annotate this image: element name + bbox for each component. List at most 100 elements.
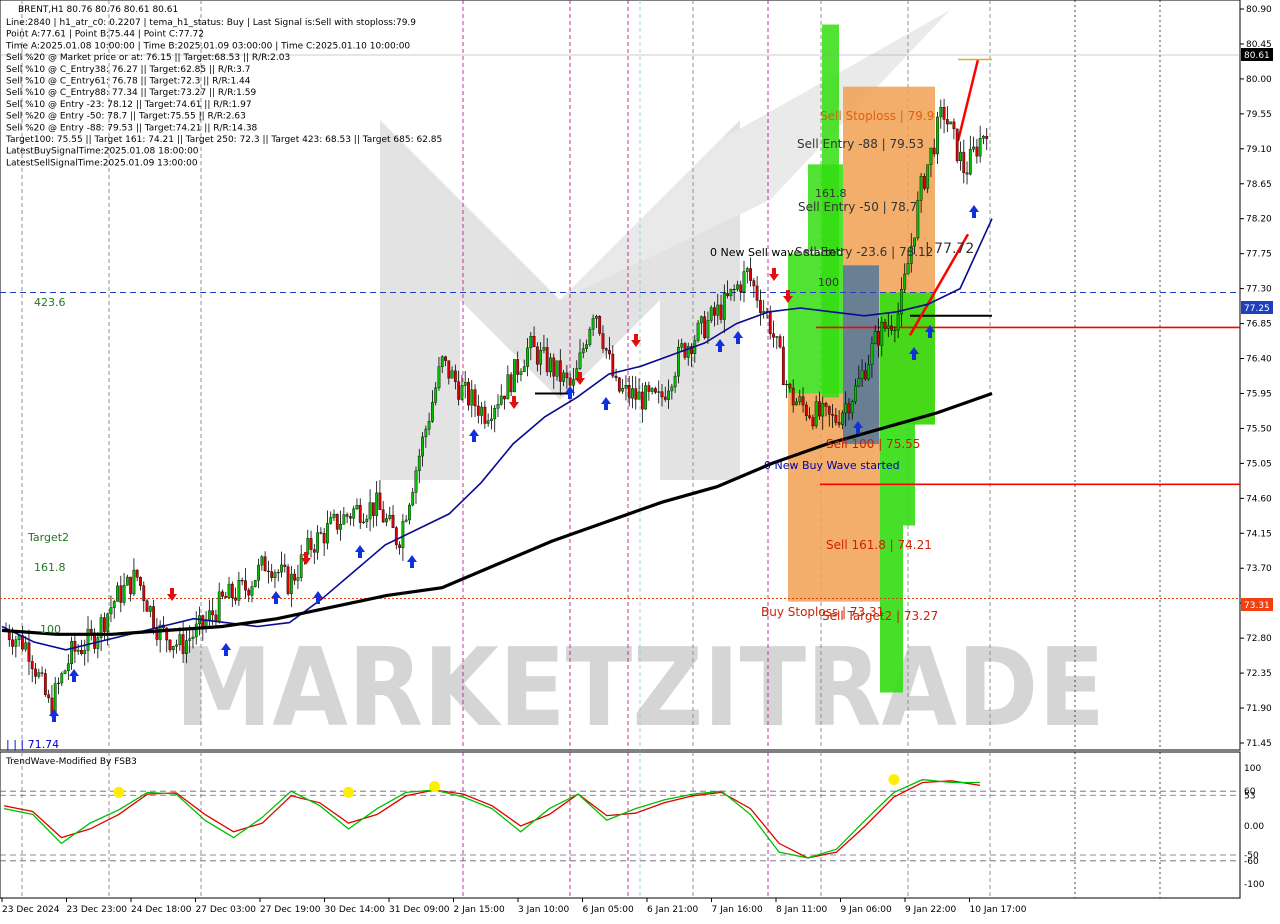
- candle-body: [385, 518, 388, 523]
- candle-body: [493, 407, 497, 420]
- candle-body: [368, 502, 372, 520]
- candle-body: [847, 403, 851, 414]
- candle-body: [883, 321, 887, 329]
- sell-target2-label: Sell Target2 | 73.27: [822, 609, 938, 623]
- candle-body: [221, 591, 224, 597]
- price-tick-label: 75.95: [1246, 389, 1272, 399]
- candle-body: [627, 384, 631, 399]
- candle-body: [404, 519, 408, 522]
- candle-body: [798, 396, 802, 403]
- candle-body: [181, 634, 185, 654]
- candle-body: [558, 360, 562, 382]
- candle-body: [923, 176, 926, 189]
- candle-body: [509, 374, 513, 393]
- candle-body: [319, 532, 323, 534]
- candle-body: [968, 148, 972, 175]
- candle-body: [762, 311, 766, 313]
- time-tick-label: 24 Dec 18:00: [131, 905, 192, 915]
- label-100: 100: [40, 623, 61, 636]
- candle-body: [716, 304, 720, 316]
- candle-body: [270, 571, 274, 578]
- candle-body: [129, 576, 133, 595]
- price-axis: 80.9080.4580.0079.5579.1078.6578.2077.75…: [1240, 5, 1272, 749]
- candle-body: [818, 401, 821, 417]
- box-100-label: 100: [818, 276, 839, 289]
- candle-body: [178, 634, 182, 646]
- candle-body: [663, 396, 667, 400]
- candle-body: [30, 661, 34, 670]
- candle-body: [168, 639, 172, 651]
- candle-body: [585, 344, 588, 349]
- candle-body: [945, 119, 949, 125]
- time-tick-label: 30 Dec 14:00: [325, 905, 386, 915]
- candle-body: [66, 663, 70, 672]
- chart-window: MARKETZITRADE BRENT,H1 80.76 80.76 80.61…: [0, 0, 1280, 920]
- time-axis: 23 Dec 2024 23 Dec 23:00 24 Dec 18:00 27 De…: [1, 898, 1027, 915]
- candle-body: [286, 566, 290, 594]
- candle-body: [312, 549, 316, 553]
- oscillator-axis: 10060530.00-50-60-100: [1244, 764, 1265, 890]
- candle-body: [644, 385, 648, 410]
- candle-body: [431, 402, 434, 422]
- sell-entry-50-label: Sell Entry -50 | 78.7: [798, 200, 917, 214]
- candle-body: [929, 147, 933, 165]
- candle-body: [975, 146, 979, 157]
- candle-body: [522, 366, 526, 372]
- candle-body: [549, 357, 552, 373]
- price-tick-label: 76.40: [1246, 355, 1272, 365]
- candle-body: [699, 316, 703, 324]
- candle-body: [890, 325, 894, 331]
- candle-body: [565, 372, 569, 379]
- candle-body: [394, 527, 398, 546]
- candle-body: [614, 375, 618, 379]
- candle-body: [788, 383, 792, 389]
- candle-body: [119, 585, 123, 603]
- candle-body: [411, 492, 415, 506]
- candle-body: [755, 285, 759, 301]
- candle-body: [293, 573, 297, 581]
- candle-body: [60, 673, 64, 684]
- candle-body: [470, 389, 474, 406]
- candle-body: [355, 505, 359, 510]
- info-line: Sell %10 @ C_Entry61: 76.78 || Target:72…: [6, 77, 251, 87]
- info-line: Sell %10 @ C_Entry88: 77.34 || Target:73…: [6, 88, 256, 98]
- sell-stoploss-label: Sell Stoploss | 79.9: [820, 109, 934, 123]
- candle-body: [316, 532, 319, 553]
- candle-body: [34, 668, 37, 677]
- candle-body: [289, 573, 293, 594]
- candle-body: [696, 322, 700, 341]
- candle-body: [595, 316, 598, 319]
- candle-body: [132, 569, 136, 595]
- candle-body: [276, 571, 280, 574]
- candle-body: [345, 514, 349, 517]
- candle-body: [781, 346, 785, 386]
- candle-body: [496, 404, 500, 409]
- price-tick-label: 71.90: [1246, 704, 1272, 714]
- candle-body: [608, 349, 611, 355]
- candle-body: [722, 293, 726, 320]
- candle-body: [972, 146, 976, 150]
- candle-body: [145, 600, 149, 612]
- candle-body: [142, 585, 146, 601]
- candle-body: [224, 596, 228, 598]
- candle-body: [473, 389, 477, 407]
- info-line: LatestBuySignalTime:2025.01.08 18:00:00: [6, 147, 199, 157]
- candle-body: [808, 415, 812, 418]
- price-tick-label: 72.80: [1246, 634, 1272, 644]
- time-tick-label: 27 Dec 19:00: [260, 905, 321, 915]
- blue-level-value: 77.25: [1244, 304, 1270, 314]
- candle-body: [519, 371, 523, 375]
- candle-body: [47, 694, 51, 699]
- time-tick-label: 7 Jan 16:00: [712, 905, 764, 915]
- candle-body: [408, 504, 411, 521]
- candle-body: [936, 116, 939, 155]
- green-block: [788, 253, 843, 394]
- candle-body: [526, 347, 529, 367]
- candle-body: [640, 391, 644, 410]
- candle-body: [831, 413, 834, 416]
- candle-body: [578, 352, 582, 369]
- candle-body: [421, 436, 424, 457]
- candle-body: [175, 644, 178, 647]
- candle-body: [273, 572, 277, 578]
- price-tick-label: 80.00: [1246, 75, 1272, 85]
